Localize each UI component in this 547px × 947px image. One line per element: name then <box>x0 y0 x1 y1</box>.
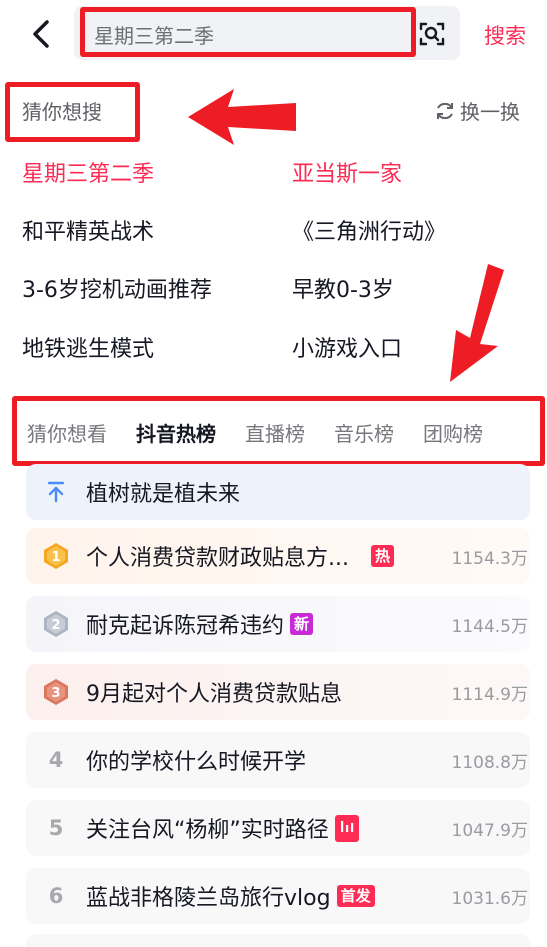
list-item[interactable]: 5 关注台风“杨柳”实时路径 1047.9万 <box>26 800 530 856</box>
suggestion-item[interactable]: 地铁逃生模式 <box>22 331 154 363</box>
heat-value: 1047.9万 <box>451 820 528 841</box>
pinned-icon <box>26 481 86 503</box>
new-badge: 新 <box>290 613 314 635</box>
suggestion-item[interactable]: 和平精英战术 <box>22 214 154 246</box>
rank-medal: 3 <box>26 678 86 706</box>
heat-value: 1031.6万 <box>451 888 528 909</box>
rank-number: 3 <box>51 686 60 701</box>
list-item[interactable]: 1 个人消费贷款财政贴息方... 热 1154.3万 <box>26 528 530 584</box>
item-title: 你的学校什么时候开学 <box>86 750 307 775</box>
item-title: 关注台风“杨柳”实时路径 <box>86 818 329 843</box>
suggestion-item[interactable]: 亚当斯一家 <box>292 156 402 188</box>
search-button[interactable]: 搜索 <box>484 20 526 50</box>
list-item[interactable]: 6 蓝战非格陵兰岛旅行vlog 首发 1031.6万 <box>26 868 530 924</box>
hot-badge: 热 <box>370 545 394 567</box>
refresh-icon <box>437 102 453 119</box>
suggestion-item[interactable]: 《三角洲行动》 <box>292 214 446 246</box>
first-release-badge: 首发 <box>336 885 375 907</box>
rank-number: 6 <box>48 884 64 908</box>
rank-medal: 2 <box>26 610 86 638</box>
item-title: 个人消费贷款财政贴息方... <box>86 546 349 571</box>
list-item[interactable]: 4 你的学校什么时候开学 1108.8万 <box>26 732 530 788</box>
annotation-arrow-down <box>450 264 504 382</box>
rank-number: 5 <box>48 816 64 840</box>
item-title: 9月起对个人消费贷款贴息 <box>86 682 342 707</box>
rank-medal: 1 <box>26 542 86 570</box>
back-arrow-icon <box>33 20 49 48</box>
heat-value: 1114.9万 <box>451 684 528 705</box>
gold-medal-icon: 1 <box>44 543 68 569</box>
suggestion-item[interactable]: 3-6岁挖机动画推荐 <box>22 272 212 304</box>
refresh-button[interactable]: 换一换 <box>434 96 520 125</box>
item-title: 耐克起诉陈冠希违约 <box>86 614 285 639</box>
list-item[interactable]: 2 耐克起诉陈冠希违约 新 1144.5万 <box>26 596 530 652</box>
heat-value: 1108.8万 <box>451 752 528 773</box>
suggestion-item[interactable]: 早教0-3岁 <box>292 272 394 304</box>
list-item[interactable]: 3 9月起对个人消费贷款贴息 1114.9万 <box>26 664 530 720</box>
annotation-box-guess-title <box>5 82 140 142</box>
pinned-title: 植树就是植未来 <box>86 482 241 507</box>
suggestion-item[interactable]: 小游戏入口 <box>292 331 402 363</box>
item-title: 蓝战非格陵兰岛旅行vlog <box>86 886 331 911</box>
annotation-box-search <box>80 7 416 57</box>
heat-value: 1144.5万 <box>451 616 528 637</box>
heat-value: 1154.3万 <box>451 548 528 569</box>
rank-number: 4 <box>48 748 64 772</box>
image-search-icon[interactable] <box>418 20 446 48</box>
refresh-label: 换一换 <box>460 100 520 124</box>
rank-number: 1 <box>51 550 60 565</box>
pinned-row[interactable]: 植树就是植未来 <box>26 464 530 520</box>
list-item-partial <box>26 934 530 947</box>
rank-number: 2 <box>51 618 60 633</box>
annotation-arrow-left <box>188 89 296 145</box>
back-button[interactable] <box>22 14 62 54</box>
chart-icon <box>334 814 359 842</box>
bronze-medal-icon: 3 <box>44 679 68 705</box>
suggestion-item[interactable]: 星期三第二季 <box>22 156 154 188</box>
annotation-box-tabs <box>12 396 545 466</box>
silver-medal-icon: 2 <box>44 611 68 637</box>
